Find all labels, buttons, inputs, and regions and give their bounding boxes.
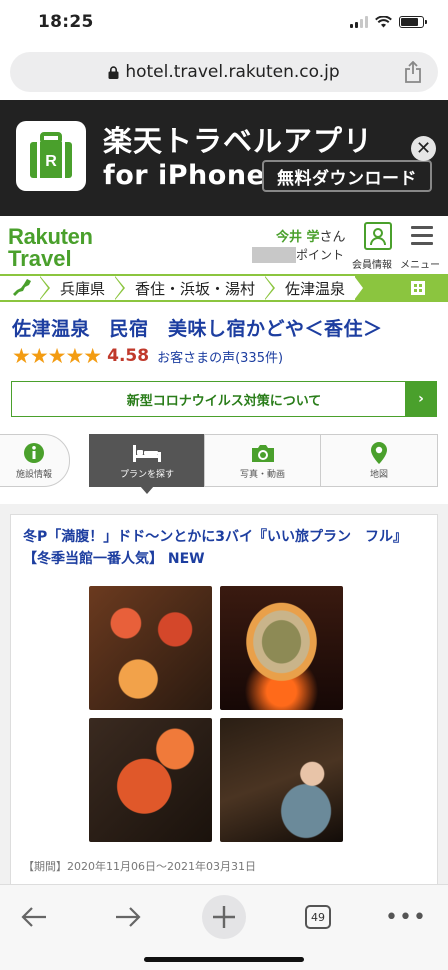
status-time: 18:25 xyxy=(38,12,94,32)
rakuten-travel-logo[interactable]: Rakuten Travel xyxy=(8,226,93,270)
url-text: hotel.travel.rakuten.co.jp xyxy=(125,62,340,82)
plan-list: 冬P「満腹！」ドド～ンとかに3バイ『いい旅プラン フル』【冬季当館一番人気】 N… xyxy=(0,504,448,914)
back-button[interactable] xyxy=(12,895,56,939)
hotel-name: 佐津温泉 民宿 美味し宿かどや＜香住＞ xyxy=(12,318,383,340)
user-name: 今井 学 xyxy=(276,230,320,245)
browser-toolbar: 49 ••• xyxy=(0,884,448,970)
banner-subtitle: for iPhone xyxy=(103,160,266,191)
suitcase-icon: R xyxy=(30,132,72,178)
points-label: ポイント xyxy=(296,248,345,262)
breadcrumb-item-area[interactable]: 香住・浜坂・湯村 xyxy=(115,276,276,300)
home-indicator xyxy=(144,957,304,962)
app-promo-banner[interactable]: R 楽天トラベルアプリ for iPhone 無料ダウンロード ✕ xyxy=(0,100,448,216)
rating-row: ★★★★★ 4.58 お客さまの声(335件) xyxy=(0,341,448,369)
member-info-icon[interactable] xyxy=(364,222,392,250)
plan-period: 【期間】2020年11月06日～2021年03月31日 xyxy=(23,860,256,873)
url-bar[interactable]: hotel.travel.rakuten.co.jp xyxy=(10,52,438,92)
user-greeting: 今井 学さん xyxy=(276,226,346,245)
more-options-icon[interactable]: ••• xyxy=(384,895,428,939)
status-bar: 18:25 xyxy=(0,0,448,44)
japan-map-icon xyxy=(13,279,31,296)
tab-count: 49 xyxy=(305,905,331,929)
user-honorific: さん xyxy=(319,230,346,245)
tab-photos-videos[interactable]: 写真・動画 xyxy=(204,434,321,487)
points-value-masked xyxy=(252,246,296,263)
rating-score: 4.58 xyxy=(107,346,150,366)
breadcrumb-item-onsen[interactable]: 佐津温泉 xyxy=(265,276,366,300)
close-banner-button[interactable]: ✕ xyxy=(411,136,436,161)
plan-photo-crab-dishes[interactable] xyxy=(89,586,212,710)
plan-photo-open-air-bath[interactable] xyxy=(220,718,343,842)
info-icon xyxy=(22,441,46,465)
breadcrumb-hotel-end xyxy=(388,274,448,302)
rating-stars: ★★★★★ xyxy=(12,344,102,368)
new-tab-button[interactable] xyxy=(202,895,246,939)
plus-icon xyxy=(213,906,235,928)
camera-icon xyxy=(250,441,276,465)
plan-photo-boiled-crabs[interactable] xyxy=(89,718,212,842)
breadcrumb: 兵庫県 香住・浜坂・湯村 佐津温泉 xyxy=(0,274,448,302)
arrow-right-icon xyxy=(116,907,141,927)
tab-find-plans[interactable]: プランを探す xyxy=(89,434,205,487)
menu-icon[interactable] xyxy=(411,226,433,250)
forward-button[interactable] xyxy=(106,895,150,939)
map-pin-icon xyxy=(370,441,388,465)
plan-photo-grilled-crab-shell[interactable] xyxy=(220,586,343,710)
plan-images xyxy=(89,586,425,842)
building-icon xyxy=(411,281,425,295)
lock-icon xyxy=(108,65,119,79)
member-info-label[interactable]: 会員情報 xyxy=(352,256,392,271)
menu-label[interactable]: メニュー xyxy=(400,256,440,271)
points-display: ポイント xyxy=(252,246,344,263)
tabs-button[interactable]: 49 xyxy=(296,895,340,939)
bed-icon xyxy=(132,441,162,465)
battery-icon xyxy=(399,16,427,28)
hotel-tabs: 施設情報 プランを探す 写真・動画 地図 xyxy=(0,434,448,494)
active-tab-caret xyxy=(140,486,154,494)
banner-title: 楽天トラベルアプリ xyxy=(103,124,374,158)
reviews-link[interactable]: お客さまの声(335件) xyxy=(157,347,283,366)
status-icons xyxy=(350,16,427,28)
chevron-right-icon: › xyxy=(405,381,437,417)
share-icon[interactable] xyxy=(404,61,422,83)
rakuten-travel-app-logo: R xyxy=(16,121,86,191)
tab-map[interactable]: 地図 xyxy=(320,434,438,487)
breadcrumb-home[interactable] xyxy=(0,276,50,300)
plan-title[interactable]: 冬P「満腹！」ドド～ンとかに3バイ『いい旅プラン フル』【冬季当館一番人気】 N… xyxy=(23,526,425,570)
plan-card[interactable]: 冬P「満腹！」ドド～ンとかに3バイ『いい旅プラン フル』【冬季当館一番人気】 N… xyxy=(10,514,438,914)
covid-measures-label: 新型コロナウイルス対策について xyxy=(126,393,322,409)
tab-facility-info[interactable]: 施設情報 xyxy=(0,434,70,487)
wifi-icon xyxy=(375,16,392,28)
close-icon: ✕ xyxy=(415,137,432,159)
breadcrumb-item-prefecture[interactable]: 兵庫県 xyxy=(40,276,126,300)
svg-text:R: R xyxy=(45,153,57,170)
free-download-button[interactable]: 無料ダウンロード xyxy=(262,160,432,192)
url-bar-container: hotel.travel.rakuten.co.jp xyxy=(0,44,448,100)
cellular-signal-icon xyxy=(350,16,368,28)
arrow-left-icon xyxy=(21,907,46,927)
covid-measures-link[interactable]: 新型コロナウイルス対策について › xyxy=(11,381,437,417)
site-header: Rakuten Travel 今井 学さん ポイント 会員情報 メニュー xyxy=(0,216,448,274)
